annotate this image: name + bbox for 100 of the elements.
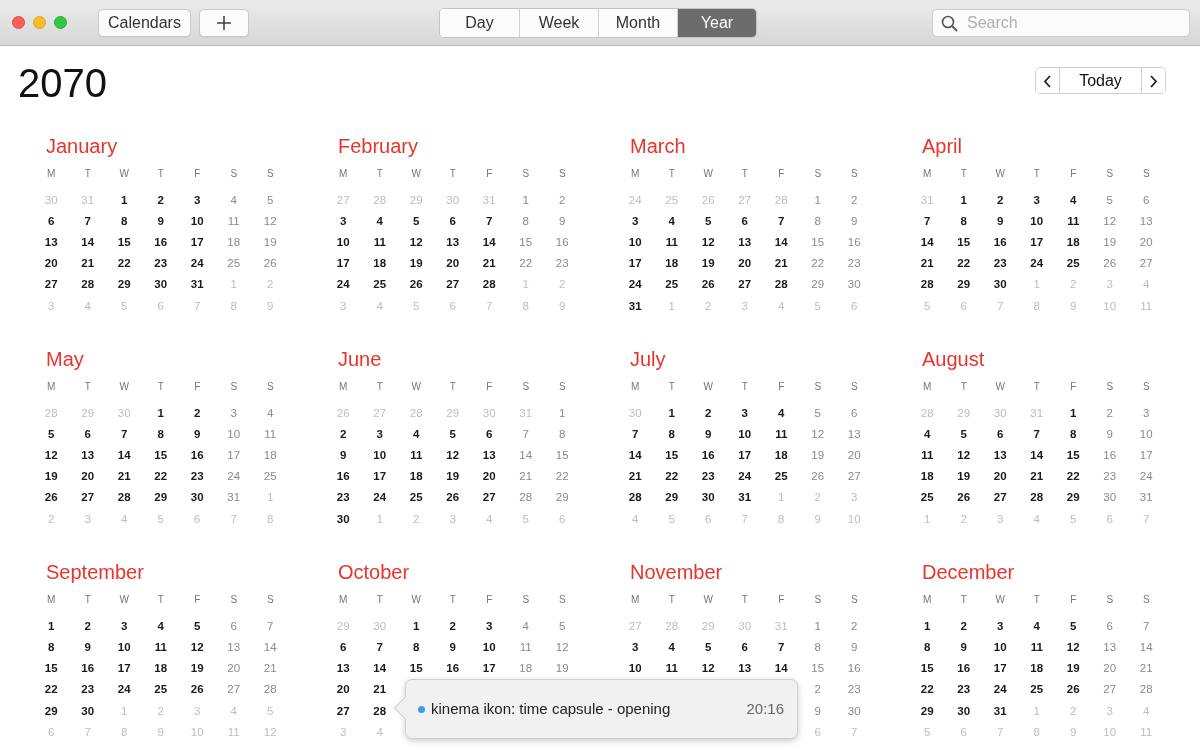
day-number[interactable]: 12 (701, 661, 715, 676)
day-number[interactable]: 5 (705, 640, 712, 655)
day-number[interactable]: 9 (814, 703, 821, 718)
day-number[interactable]: 26 (190, 682, 204, 697)
day-number[interactable]: 26 (263, 256, 277, 271)
day-number[interactable]: 6 (741, 640, 748, 655)
day-number[interactable]: 24 (628, 277, 642, 292)
day-number[interactable]: 1 (668, 405, 675, 420)
day-number[interactable]: 16 (555, 234, 569, 249)
day-number[interactable]: 6 (449, 213, 456, 228)
day-number[interactable]: 22 (154, 469, 168, 484)
day-number[interactable]: 31 (738, 490, 752, 505)
day-number[interactable]: 7 (522, 426, 529, 441)
day-number[interactable]: 19 (446, 469, 460, 484)
day-number[interactable]: 8 (924, 640, 931, 655)
day-number[interactable]: 29 (920, 703, 934, 718)
day-number[interactable]: 28 (1139, 682, 1153, 697)
day-number[interactable]: 11 (410, 448, 423, 463)
day-number[interactable]: 11 (921, 448, 934, 463)
month-title[interactable]: September (33, 559, 325, 586)
day-number[interactable]: 10 (482, 640, 496, 655)
day-number[interactable]: 4 (1033, 618, 1040, 633)
day-number[interactable]: 28 (920, 277, 934, 292)
day-number[interactable]: 3 (1143, 405, 1150, 420)
day-number[interactable]: 16 (847, 661, 861, 676)
day-number[interactable]: 16 (154, 234, 168, 249)
day-number[interactable]: 28 (263, 682, 277, 697)
day-number[interactable]: 18 (1066, 234, 1080, 249)
day-number[interactable]: 18 (227, 234, 241, 249)
day-number[interactable]: 3 (340, 213, 347, 228)
day-number[interactable]: 18 (373, 256, 387, 271)
day-number[interactable]: 26 (44, 490, 58, 505)
day-number[interactable]: 3 (1033, 192, 1040, 207)
day-number[interactable]: 30 (154, 277, 168, 292)
day-number[interactable]: 11 (519, 640, 532, 655)
day-number[interactable]: 4 (376, 213, 383, 228)
day-number[interactable]: 17 (227, 448, 241, 463)
day-number[interactable]: 20 (1103, 661, 1117, 676)
day-number[interactable]: 13 (738, 661, 752, 676)
day-number[interactable]: 1 (814, 192, 821, 207)
day-number[interactable]: 31 (190, 277, 204, 292)
day-number[interactable]: 22 (1066, 469, 1080, 484)
day-number[interactable]: 10 (993, 640, 1007, 655)
day-number[interactable]: 14 (774, 661, 788, 676)
day-number[interactable]: 13 (336, 661, 350, 676)
day-number[interactable]: 12 (263, 213, 277, 228)
day-number[interactable]: 3 (632, 213, 639, 228)
day-number[interactable]: 9 (997, 213, 1004, 228)
day-number[interactable]: 29 (44, 703, 58, 718)
day-number[interactable]: 19 (811, 448, 825, 463)
day-number[interactable]: 1 (121, 192, 128, 207)
day-number[interactable]: 16 (701, 448, 715, 463)
day-number[interactable]: 29 (1066, 490, 1080, 505)
day-number[interactable]: 4 (668, 213, 675, 228)
day-number[interactable]: 31 (1139, 490, 1153, 505)
day-number[interactable]: 25 (665, 277, 679, 292)
day-number[interactable]: 5 (559, 618, 566, 633)
day-number[interactable]: 28 (117, 490, 131, 505)
day-number[interactable]: 12 (701, 234, 715, 249)
day-number[interactable]: 5 (1106, 192, 1113, 207)
day-number[interactable]: 11 (665, 661, 678, 676)
day-number[interactable]: 11 (665, 234, 678, 249)
day-number[interactable]: 19 (190, 661, 204, 676)
day-number[interactable]: 25 (774, 469, 788, 484)
day-number[interactable]: 1 (1070, 405, 1077, 420)
day-number[interactable]: 15 (1066, 448, 1080, 463)
day-number[interactable]: 19 (1066, 661, 1080, 676)
day-number[interactable]: 21 (519, 469, 533, 484)
day-number[interactable]: 1 (960, 192, 967, 207)
day-number[interactable]: 7 (778, 213, 785, 228)
day-number[interactable]: 8 (960, 213, 967, 228)
day-number[interactable]: 3 (194, 192, 201, 207)
day-number[interactable]: 27 (44, 277, 58, 292)
month-title[interactable]: August (909, 346, 1200, 373)
day-number[interactable]: 28 (519, 490, 533, 505)
day-number[interactable]: 12 (446, 448, 460, 463)
day-number[interactable]: 17 (117, 661, 131, 676)
day-number[interactable]: 26 (811, 469, 825, 484)
day-number[interactable]: 12 (957, 448, 971, 463)
day-number[interactable]: 8 (814, 640, 821, 655)
day-number[interactable]: 6 (486, 426, 493, 441)
day-number[interactable]: 10 (1139, 426, 1153, 441)
day-number[interactable]: 9 (960, 640, 967, 655)
month-title[interactable]: February (325, 133, 617, 159)
day-number[interactable]: 15 (555, 448, 569, 463)
day-number[interactable]: 4 (778, 405, 785, 420)
day-number[interactable]: 2 (1106, 405, 1113, 420)
day-number[interactable]: 27 (81, 490, 95, 505)
day-number[interactable]: 14 (482, 234, 496, 249)
day-number[interactable]: 20 (738, 256, 752, 271)
day-number[interactable]: 9 (340, 448, 347, 463)
day-number[interactable]: 3 (741, 405, 748, 420)
day-number[interactable]: 10 (336, 234, 350, 249)
day-number[interactable]: 15 (154, 448, 168, 463)
day-number[interactable]: 6 (1106, 618, 1113, 633)
day-number[interactable]: 5 (449, 426, 456, 441)
day-number[interactable]: 4 (668, 640, 675, 655)
day-number[interactable]: 1 (413, 618, 420, 633)
day-number[interactable]: 6 (340, 640, 347, 655)
day-number[interactable]: 11 (264, 426, 277, 441)
